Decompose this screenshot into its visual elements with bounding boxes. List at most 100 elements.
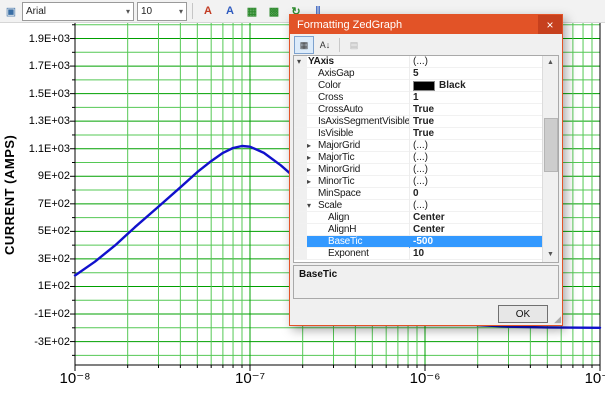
property-value[interactable]: True [409, 128, 543, 140]
categorized-icon[interactable]: ▦ [294, 36, 314, 54]
property-rows: ▾YAxis(...)AxisGap5ColorBlackCross1Cross… [294, 56, 543, 262]
property-name: MajorTic [318, 152, 354, 164]
property-row-minspace[interactable]: MinSpace 0 [294, 188, 543, 200]
property-row-cross[interactable]: Cross1 [294, 92, 543, 104]
property-name: Exponent [328, 248, 369, 260]
close-icon[interactable]: × [538, 15, 562, 34]
property-value[interactable]: Black [409, 80, 543, 92]
y-tick-label: -1E+02 [0, 308, 70, 320]
resize-grip[interactable]: ◢ [554, 314, 561, 325]
alphabetical-sort-icon[interactable]: A↓ [315, 36, 335, 54]
row-gutter [294, 188, 307, 199]
x-tick-label: 10⁻⁵ [585, 369, 605, 387]
property-row-isvisible[interactable]: IsVisible True [294, 128, 543, 140]
chart-fill-icon[interactable]: ▩ [264, 1, 284, 21]
property-row-isaxissegmentvisible[interactable]: IsAxisSegmentVisibleTrue [294, 116, 543, 128]
row-gutter [294, 80, 307, 91]
font-color-icon[interactable]: A [198, 1, 218, 21]
property-pages-icon: ▤ [344, 36, 364, 54]
y-tick-label: 1E+02 [0, 280, 70, 292]
property-name: Scale [318, 200, 342, 212]
expand-icon[interactable]: ▸ [307, 140, 311, 152]
property-name: IsAxisSegmentVisible [318, 116, 410, 128]
row-gutter [294, 140, 307, 151]
dialog-title: Formatting ZedGraph [297, 19, 402, 31]
property-row-alignh[interactable]: AlignH Center [294, 224, 543, 236]
y-tick-label: 1.9E+03 [0, 33, 70, 45]
row-gutter [294, 92, 307, 103]
row-gutter [294, 248, 307, 259]
font-family-value: Arial [26, 6, 46, 17]
property-value[interactable]: (...) [409, 56, 543, 68]
collapse-icon[interactable]: ▾ [297, 56, 301, 68]
property-name: MajorGrid [318, 140, 360, 152]
row-gutter [294, 152, 307, 163]
property-description-title: BaseTic [299, 269, 553, 280]
property-value[interactable]: (...) [409, 140, 543, 152]
property-value[interactable]: 1 [409, 92, 543, 104]
property-description-panel: BaseTic [293, 265, 559, 299]
font-size-combo[interactable]: 10 ▾ [137, 2, 187, 21]
scroll-up-icon[interactable]: ▲ [543, 56, 558, 70]
property-value[interactable]: True [409, 104, 543, 116]
property-value[interactable]: (...) [409, 176, 543, 188]
property-value[interactable]: (...) [409, 200, 543, 212]
scrollbar[interactable]: ▲ ▼ [542, 56, 558, 262]
property-grid: ▾YAxis(...)AxisGap5ColorBlackCross1Cross… [293, 55, 559, 263]
property-row-minorgrid[interactable]: ▸ MinorGrid (...) [294, 164, 543, 176]
property-row-color[interactable]: ColorBlack [294, 80, 543, 92]
ok-button[interactable]: OK [498, 305, 548, 323]
property-value[interactable]: 0 [409, 188, 543, 200]
property-row-majortic[interactable]: ▸ MajorTic (...) [294, 152, 543, 164]
text-color-icon[interactable]: A [220, 1, 240, 21]
property-value[interactable]: -500 [409, 236, 543, 248]
property-name: MinorTic [318, 176, 354, 188]
row-gutter [294, 212, 307, 223]
property-value[interactable]: (...) [409, 164, 543, 176]
app-icon[interactable]: ▣ [3, 3, 19, 19]
property-value[interactable]: 10 [409, 248, 543, 260]
row-gutter [294, 164, 307, 175]
property-row-align[interactable]: AlignCenter [294, 212, 543, 224]
row-gutter [294, 68, 307, 79]
font-family-combo[interactable]: Arial ▾ [22, 2, 134, 21]
property-value[interactable]: 5 [409, 68, 543, 80]
property-name: YAxis [308, 56, 334, 68]
x-tick-label: 10⁻⁶ [410, 369, 441, 387]
property-name: IsVisible [318, 128, 353, 140]
color-swatch [413, 81, 435, 91]
chevron-down-icon: ▾ [122, 7, 130, 16]
expand-icon[interactable]: ▸ [307, 152, 311, 164]
property-name: BaseTic [328, 236, 362, 248]
property-row-crossauto[interactable]: CrossAutoTrue [294, 104, 543, 116]
property-value[interactable]: True [409, 116, 543, 128]
property-value[interactable]: Center [409, 224, 543, 236]
expand-icon[interactable]: ▸ [307, 176, 311, 188]
property-row-exponent[interactable]: Exponent 10 [294, 248, 543, 260]
expand-icon[interactable]: ▸ [307, 164, 311, 176]
font-size-value: 10 [141, 6, 152, 17]
collapse-icon[interactable]: ▾ [307, 200, 311, 212]
property-value[interactable]: Center [409, 212, 543, 224]
y-tick-label: -3E+02 [0, 336, 70, 348]
dialog-titlebar[interactable]: Formatting ZedGraph × [290, 15, 562, 34]
property-row-yaxis[interactable]: ▾ YAxis (...) [294, 56, 543, 68]
scrollbar-thumb[interactable] [544, 118, 558, 172]
y-tick-label: 1.7E+03 [0, 60, 70, 72]
property-row-majorgrid[interactable]: ▸ MajorGrid (...) [294, 140, 543, 152]
chart-grid-icon[interactable]: ▦ [242, 1, 262, 21]
property-row-scale[interactable]: ▾ Scale (...) [294, 200, 543, 212]
row-gutter [294, 200, 307, 211]
y-tick-label: 5E+02 [0, 225, 70, 237]
property-row-basetic[interactable]: BaseTic -500 [294, 236, 543, 248]
scroll-down-icon[interactable]: ▼ [543, 248, 558, 262]
property-name: MinorGrid [318, 164, 360, 176]
property-row-axisgap[interactable]: AxisGap5 [294, 68, 543, 80]
property-name: AlignH [328, 224, 356, 236]
property-row-minortic[interactable]: ▸ MinorTic (...) [294, 176, 543, 188]
property-name: MinSpace [318, 188, 361, 200]
x-tick-label: 10⁻⁷ [235, 369, 265, 387]
property-grid-toolbar: ▦A↓ ▤ [293, 36, 559, 54]
property-value[interactable]: (...) [409, 152, 543, 164]
toolbar-separator [339, 38, 340, 52]
